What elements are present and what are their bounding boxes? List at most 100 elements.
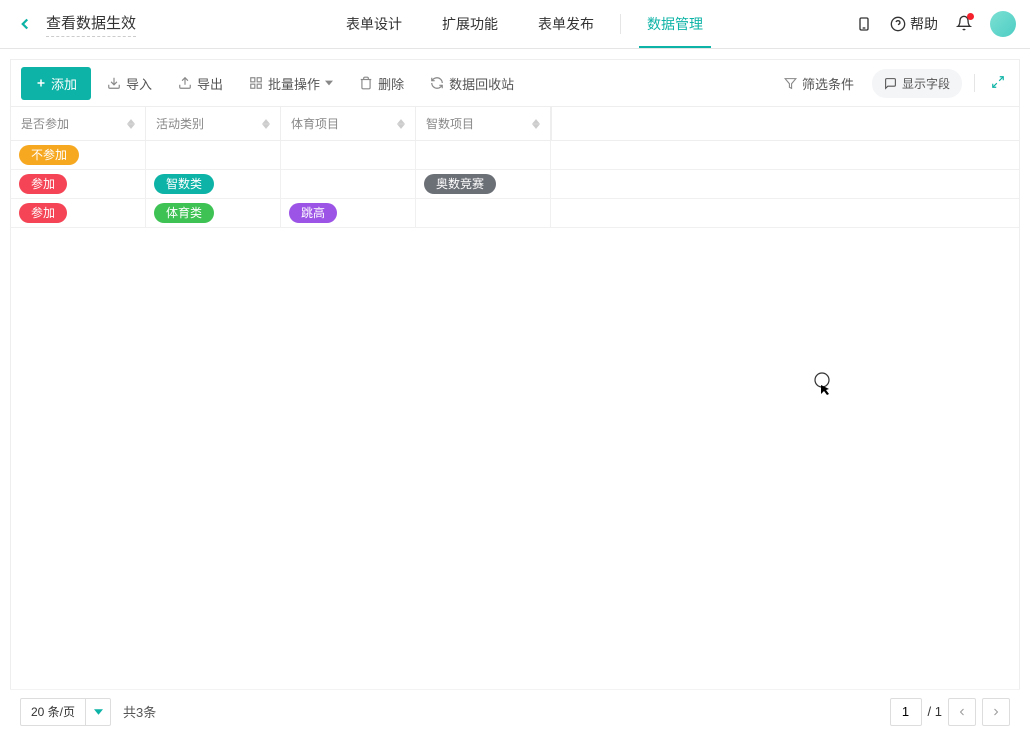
pagination-footer: 20 条/页 共3条 / 1 [10,689,1020,733]
column-label: 是否参加 [21,115,69,132]
filter-button[interactable]: 筛选条件 [774,68,864,99]
column-header-participate[interactable]: 是否参加 [11,107,146,140]
fields-label: 显示字段 [902,75,950,92]
tag: 智数类 [154,174,214,194]
column-header-math[interactable]: 智数项目 [416,107,551,140]
table-cell: 智数类 [146,170,281,198]
filter-icon [784,77,797,90]
table-cell: 参加 [11,170,146,198]
trash-icon [359,76,373,90]
table-body: 不参加参加智数类奥数竞赛参加体育类跳高 [11,141,1019,731]
table-row[interactable]: 不参加 [11,141,1019,170]
tab-form-design[interactable]: 表单设计 [326,0,422,48]
help-label: 帮助 [910,14,938,34]
tag: 参加 [19,203,67,223]
tag: 跳高 [289,203,337,223]
sort-icon[interactable] [397,119,405,129]
page-input[interactable] [890,698,922,726]
batch-icon [249,76,263,90]
plus-icon [35,77,47,89]
data-panel: 添加 导入 导出 批量操作 删除 数据回收站 [10,59,1020,732]
sort-icon[interactable] [127,119,135,129]
table-cell [281,141,416,169]
import-icon [107,76,121,90]
user-avatar[interactable] [990,11,1016,37]
export-button[interactable]: 导出 [168,68,233,99]
tab-data-management[interactable]: 数据管理 [627,0,723,48]
pager: / 1 [890,698,1010,726]
column-spacer [551,107,1019,140]
toolbar: 添加 导入 导出 批量操作 删除 数据回收站 [11,60,1019,106]
next-page-button[interactable] [982,698,1010,726]
import-button[interactable]: 导入 [97,68,162,99]
table-row[interactable]: 参加 智数类 奥数竞赛 [11,170,1019,199]
table-row[interactable]: 参加 体育类 跳高 [11,199,1019,228]
tab-extensions[interactable]: 扩展功能 [422,0,518,48]
chevron-left-icon [16,15,34,33]
add-label: 添加 [51,74,77,93]
sort-icon[interactable] [532,119,540,129]
chevron-left-icon [956,706,968,718]
batch-button[interactable]: 批量操作 [239,68,343,99]
help-button[interactable]: 帮助 [890,14,938,34]
notification-badge [967,13,974,20]
table-cell: 体育类 [146,199,281,227]
tag: 参加 [19,174,67,194]
caret-down-icon [94,709,103,715]
sort-icon[interactable] [262,119,270,129]
expand-icon [991,75,1005,89]
add-button[interactable]: 添加 [21,67,91,100]
table-cell: 跳高 [281,199,416,227]
nav-divider [620,14,621,34]
caret-down-icon [325,79,333,87]
fullscreen-button[interactable] [987,71,1009,96]
table-cell: 奥数竞赛 [416,170,551,198]
table-cell [281,170,416,198]
toolbar-right: 筛选条件 显示字段 [774,68,1009,99]
recycle-label: 数据回收站 [449,74,514,93]
column-label: 活动类别 [156,115,204,132]
page-size-label: 20 条/页 [21,699,86,725]
content-area: 添加 导入 导出 批量操作 删除 数据回收站 [0,49,1030,742]
recycle-button[interactable]: 数据回收站 [420,68,524,99]
header-right: 帮助 [856,11,1016,37]
nav-tabs: 表单设计 扩展功能 表单发布 数据管理 [326,0,723,48]
page-size-select[interactable]: 20 条/页 [20,698,111,726]
page-size-arrow [86,699,110,725]
total-count: 共3条 [123,702,156,721]
table-cell: 参加 [11,199,146,227]
table-cell [146,141,281,169]
delete-label: 删除 [378,74,404,93]
help-icon [890,16,906,32]
total-pages: / 1 [928,704,942,719]
tag: 奥数竞赛 [424,174,496,194]
filter-label: 筛选条件 [802,74,854,93]
tag: 体育类 [154,203,214,223]
page-title[interactable]: 查看数据生效 [46,12,136,37]
fields-icon [884,77,897,90]
notifications-button[interactable] [956,15,972,34]
tab-publish[interactable]: 表单发布 [518,0,614,48]
tag: 不参加 [19,145,79,165]
table-cell [416,141,551,169]
back-button[interactable] [14,13,36,35]
recycle-icon [430,76,444,90]
toolbar-divider [974,74,975,92]
export-icon [178,76,192,90]
column-label: 智数项目 [426,115,474,132]
table-header: 是否参加 活动类别 体育项目 [11,106,1019,141]
batch-label: 批量操作 [268,74,320,93]
chevron-right-icon [990,706,1002,718]
mobile-preview-button[interactable] [856,16,872,32]
delete-button[interactable]: 删除 [349,68,414,99]
column-label: 体育项目 [291,115,339,132]
column-header-sport[interactable]: 体育项目 [281,107,416,140]
table-cell: 不参加 [11,141,146,169]
column-header-category[interactable]: 活动类别 [146,107,281,140]
prev-page-button[interactable] [948,698,976,726]
mobile-icon [856,16,872,32]
import-label: 导入 [126,74,152,93]
app-header: 查看数据生效 表单设计 扩展功能 表单发布 数据管理 帮助 [0,0,1030,49]
export-label: 导出 [197,74,223,93]
fields-button[interactable]: 显示字段 [872,69,962,98]
